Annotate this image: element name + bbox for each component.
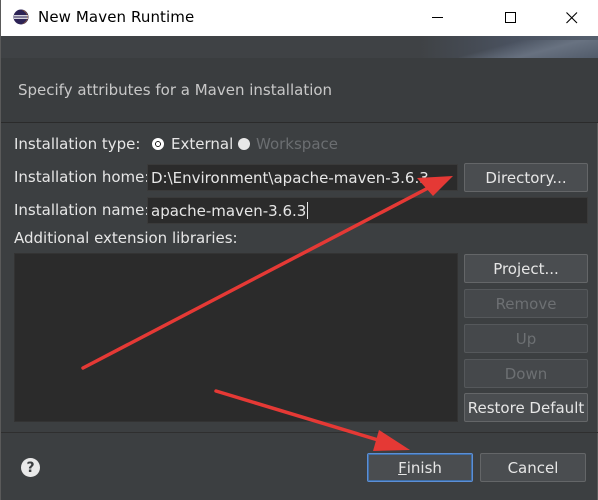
finish-mnemonic: F — [398, 458, 407, 477]
extension-libraries-label: Additional extension libraries: — [14, 229, 238, 247]
installation-name-value: apache-maven-3.6.3 — [151, 201, 307, 220]
close-icon — [565, 12, 577, 24]
installation-name-label: Installation name: — [14, 201, 150, 219]
up-button[interactable]: Up — [464, 324, 588, 353]
cancel-button[interactable]: Cancel — [480, 453, 586, 482]
remove-button[interactable]: Remove — [464, 289, 588, 318]
title-bar: New Maven Runtime — [1, 0, 598, 37]
installation-home-label: Installation home: — [14, 168, 150, 186]
maximize-icon — [505, 12, 516, 23]
maven-runtime-dialog: New Maven Runtime Specify attributes for… — [0, 0, 598, 500]
header-message: Specify attributes for a Maven installat… — [18, 81, 333, 99]
finish-label: inish — [406, 458, 442, 477]
restore-default-button[interactable]: Restore Default — [464, 393, 588, 422]
radio-external[interactable] — [152, 138, 164, 150]
minimize-icon — [432, 17, 443, 18]
radio-external-label[interactable]: External — [171, 135, 233, 153]
minimize-button[interactable] — [415, 0, 461, 36]
project-button[interactable]: Project... — [464, 254, 588, 283]
finish-button[interactable]: Finish — [367, 453, 473, 482]
installation-name-field[interactable]: apache-maven-3.6.3 — [147, 197, 588, 224]
text-cursor — [307, 202, 309, 219]
extension-libraries-list[interactable] — [14, 253, 458, 422]
footer-separator — [1, 432, 598, 433]
radio-workspace-label[interactable]: Workspace — [256, 135, 338, 153]
help-icon[interactable]: ? — [21, 458, 40, 477]
directory-button[interactable]: Directory... — [464, 163, 588, 192]
window-title: New Maven Runtime — [38, 8, 195, 26]
close-button[interactable] — [544, 0, 598, 36]
installation-home-field[interactable]: D:\Environment\apache-maven-3.6.3 — [147, 164, 458, 191]
down-button[interactable]: Down — [464, 359, 588, 388]
radio-workspace[interactable] — [238, 138, 250, 150]
header-decoration — [1, 36, 598, 58]
dialog-header: Specify attributes for a Maven installat… — [1, 36, 598, 122]
header-separator — [1, 122, 598, 123]
eclipse-icon — [13, 9, 29, 25]
installation-type-label: Installation type: — [14, 135, 141, 153]
